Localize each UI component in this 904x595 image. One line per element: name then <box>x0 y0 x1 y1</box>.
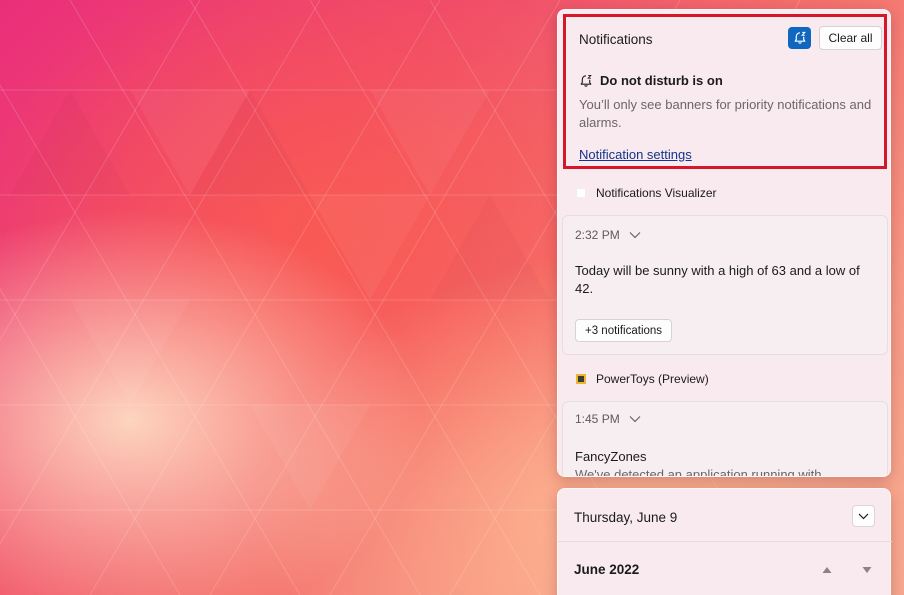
notification-title: FancyZones <box>575 449 647 464</box>
notification-settings-link[interactable]: Notification settings <box>579 147 692 162</box>
calendar-date: Thursday, June 9 <box>574 510 678 525</box>
notification-time-text: 1:45 PM <box>575 412 620 426</box>
app-name: PowerToys (Preview) <box>596 372 709 386</box>
notification-time-text: 2:32 PM <box>575 228 620 242</box>
dnd-bell-icon <box>794 31 806 44</box>
caret-up-icon[interactable] <box>821 565 833 575</box>
notification-time: 1:45 PM <box>575 412 641 426</box>
notification-body: We've detected an application running wi… <box>575 467 822 477</box>
dnd-toggle-button[interactable] <box>788 27 811 49</box>
panel-title: Notifications <box>579 32 653 47</box>
app-name: Notifications Visualizer <box>596 186 717 200</box>
more-notifications-button[interactable]: +3 notifications <box>575 319 673 342</box>
chevron-down-icon[interactable] <box>629 415 641 423</box>
dnd-bell-icon <box>580 74 592 87</box>
notification-time: 2:32 PM <box>575 228 641 242</box>
calendar-month: June 2022 <box>574 562 640 577</box>
notification-card[interactable]: 2:32 PM Today will be sunny with a high … <box>562 215 888 355</box>
chevron-down-icon[interactable] <box>629 231 641 239</box>
chevron-down-icon <box>858 513 869 519</box>
calendar-divider <box>558 541 892 542</box>
dnd-status: Do not disturb is on <box>579 73 723 88</box>
notification-header-highlight: Notifications Clear all Do not disturb i… <box>563 14 887 169</box>
notification-body: Today will be sunny with a high of 63 an… <box>575 263 860 296</box>
caret-down-icon[interactable] <box>861 565 873 575</box>
dnd-title: Do not disturb is on <box>600 73 723 88</box>
notification-center: Notifications Clear all Do not disturb i… <box>557 9 891 477</box>
dnd-description: You’ll only see banners for priority not… <box>579 97 872 130</box>
calendar-panel: Thursday, June 9 June 2022 <box>557 488 892 595</box>
collapse-calendar-button[interactable] <box>852 505 875 527</box>
powertoys-icon <box>576 374 586 384</box>
notification-card[interactable]: 1:45 PM FancyZones We've detected an app… <box>562 401 888 477</box>
app-icon <box>576 188 586 198</box>
app-group-header: PowerToys (Preview) <box>576 372 709 386</box>
clear-all-button[interactable]: Clear all <box>819 26 882 50</box>
app-group-header: Notifications Visualizer <box>576 186 717 200</box>
